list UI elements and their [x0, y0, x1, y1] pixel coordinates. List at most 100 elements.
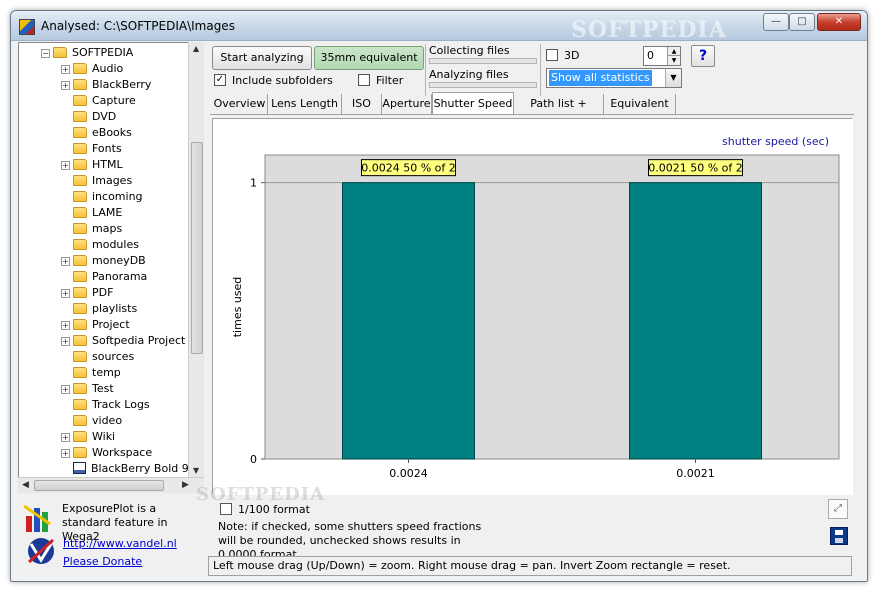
folder-icon [73, 398, 87, 410]
folder-icon [73, 286, 87, 298]
tab-path-list-image[interactable]: Path list + Image [514, 94, 604, 129]
shutter-speed-chart[interactable]: shutter speed (sec) times used 0 1 0.0024 0.0… [213, 119, 853, 495]
expand-icon[interactable]: + [61, 64, 70, 74]
expand-icon[interactable]: + [61, 160, 70, 170]
format-label: 1/100 format [238, 503, 310, 516]
tab-equivalent-list[interactable]: Equivalent list [604, 94, 676, 129]
tree-horizontal-scrollbar[interactable]: ◀ ▶ [18, 477, 204, 493]
3d-box[interactable] [546, 49, 558, 61]
tab-aperture[interactable]: Aperture [382, 94, 432, 114]
3d-label: 3D [564, 49, 580, 62]
y-tick-label: 0 [250, 453, 257, 466]
tree-item[interactable]: Capture [61, 93, 136, 109]
spinner-up-icon[interactable]: ▲ [667, 47, 680, 56]
save-icon[interactable] [830, 527, 848, 545]
3d-checkbox[interactable]: 3D [546, 49, 579, 63]
zoom-reset-icon[interactable]: ⤢ [828, 499, 848, 519]
collapse-icon[interactable]: − [41, 48, 50, 58]
donate-link[interactable]: Please Donate [63, 555, 142, 568]
expand-icon[interactable]: + [61, 384, 70, 394]
tree-item[interactable]: Track Logs [61, 397, 150, 413]
help-button[interactable]: ? [691, 45, 715, 67]
tab-iso[interactable]: ISO [342, 94, 382, 114]
scroll-thumb[interactable] [191, 142, 203, 354]
tree-item[interactable]: + moneyDB [61, 253, 146, 269]
tree-item[interactable]: modules [61, 237, 139, 253]
tree-item[interactable]: Images [61, 173, 132, 189]
include-subfolders-checkbox[interactable]: ✓ Include subfolders [214, 74, 333, 88]
expand-icon[interactable]: + [61, 288, 70, 298]
scroll-right-arrow-icon[interactable]: ▶ [182, 480, 189, 490]
tree-item-label: PDF [92, 286, 114, 299]
tree-item[interactable]: + BlackBerry [61, 77, 151, 93]
close-button[interactable]: ✕ [817, 13, 861, 31]
tree-item[interactable]: DVD [61, 109, 116, 125]
scroll-left-arrow-icon[interactable]: ◀ [22, 480, 29, 490]
tree-item-root[interactable]: − SOFTPEDIA [41, 45, 133, 61]
tree-item-label: Track Logs [92, 398, 150, 411]
tree-item[interactable]: Panorama [61, 269, 147, 285]
expand-icon[interactable]: + [61, 80, 70, 90]
expand-icon[interactable]: + [61, 256, 70, 266]
start-analyzing-button[interactable]: Start analyzing [212, 46, 312, 70]
softpedia-watermark-center: SOFTPEDIA [196, 484, 326, 505]
expand-icon[interactable]: + [61, 320, 70, 330]
folder-icon [73, 366, 87, 378]
expand-icon[interactable]: + [61, 432, 70, 442]
tree-item[interactable]: + Test [61, 381, 114, 397]
tree-item[interactable]: + HTML [61, 157, 123, 173]
scroll-up-arrow-icon[interactable]: ▲ [193, 44, 199, 53]
minimize-button[interactable]: — [763, 13, 789, 31]
tree-item[interactable]: + Project [61, 317, 130, 333]
tab-shutter-speed[interactable]: Shutter Speed [432, 92, 514, 114]
expand-icon[interactable]: + [61, 448, 70, 458]
expand-icon[interactable]: + [61, 336, 70, 346]
tree-item[interactable]: + Softpedia Project [61, 333, 185, 349]
chart-frame[interactable]: shutter speed (sec) times used 0 1 0.0024 0.0… [212, 118, 853, 495]
tree-item[interactable]: maps [61, 221, 122, 237]
filter-checkbox[interactable]: Filter [358, 74, 403, 88]
tree-item[interactable]: + Workspace [61, 445, 152, 461]
tree-item-label: sources [92, 350, 135, 363]
hscroll-thumb[interactable] [34, 480, 164, 491]
folder-icon [73, 414, 87, 426]
tree-item[interactable]: video [61, 413, 122, 429]
filter-box[interactable] [358, 74, 370, 86]
format-box[interactable] [220, 503, 232, 515]
maximize-button[interactable]: □ [789, 13, 815, 31]
tree-item-label: LAME [92, 206, 123, 219]
35mm-equivalent-button[interactable]: 35mm equivalent [314, 46, 424, 70]
tree-item[interactable]: sources [61, 349, 134, 365]
tree-item[interactable]: temp [61, 365, 121, 381]
value-spinner[interactable]: 0 ▲ ▼ [643, 46, 681, 66]
tree-item[interactable]: + Audio [61, 61, 123, 77]
tree-item-label: playlists [92, 302, 138, 315]
folder-icon [73, 446, 87, 458]
tree-item-file[interactable]: BlackBerry Bold 99 [73, 461, 196, 477]
spinner-down-icon[interactable]: ▼ [667, 56, 680, 65]
include-subfolders-box[interactable]: ✓ [214, 74, 226, 86]
format-checkbox[interactable]: 1/100 format [220, 503, 310, 517]
tree-item[interactable]: Fonts [61, 141, 122, 157]
tree-item[interactable]: LAME [61, 205, 122, 221]
tab-overview[interactable]: Overview [212, 94, 268, 114]
tree-item-label: Panorama [92, 270, 148, 283]
vandel-link[interactable]: http://www.vandel.nl [63, 537, 177, 550]
tree-item-label: Audio [92, 62, 124, 75]
tree-item-label: eBooks [92, 126, 132, 139]
tree-vertical-scrollbar[interactable]: ▲ ▼ [188, 42, 204, 477]
statistics-select-value: Show all statistics [549, 70, 652, 86]
tree-item[interactable]: playlists [61, 301, 137, 317]
folder-icon [73, 350, 87, 362]
statistics-select[interactable]: Show all statistics ▼ [546, 68, 682, 88]
tree-item[interactable]: incoming [61, 189, 143, 205]
tree-item[interactable]: + Wiki [61, 429, 115, 445]
folder-icon [73, 126, 87, 138]
y-axis-label: times used [231, 277, 244, 338]
tab-lens-length[interactable]: Lens Length [268, 94, 342, 114]
chevron-down-icon[interactable]: ▼ [665, 69, 681, 87]
folder-tree[interactable]: − SOFTPEDIA + Audio + BlackBerry Capture DVD eBo… [18, 42, 204, 493]
tree-item[interactable]: + PDF [61, 285, 113, 301]
tree-item[interactable]: eBooks [61, 125, 132, 141]
scroll-down-arrow-icon[interactable]: ▼ [193, 466, 199, 475]
